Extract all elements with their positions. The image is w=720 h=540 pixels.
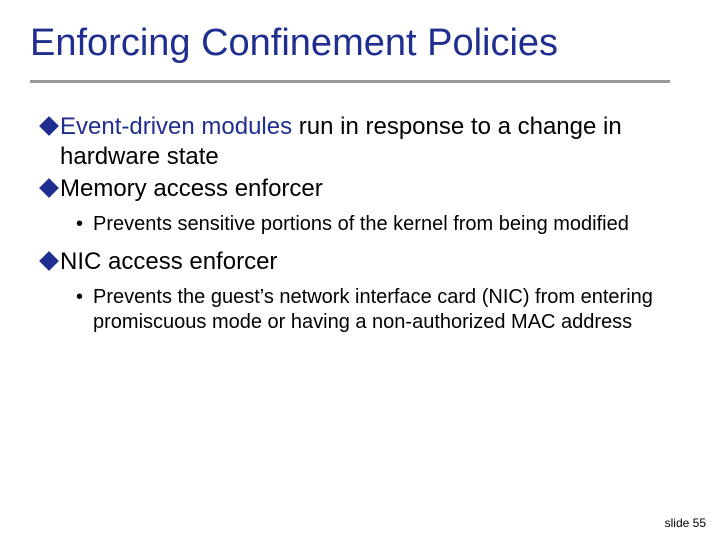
diamond-bullet-icon <box>42 119 56 133</box>
slide-title: Enforcing Confinement Policies <box>30 22 558 65</box>
bullet-level-1: Memory access enforcer <box>42 174 662 204</box>
bullet-level-1: Event-driven modules run in response to … <box>42 112 662 172</box>
title-underline <box>30 80 670 83</box>
slide: Enforcing Confinement Policies Event-dri… <box>0 0 720 540</box>
slide-body: Event-driven modules run in response to … <box>42 112 662 345</box>
slide-number: slide 55 <box>665 516 706 530</box>
bullet-level-2: • Prevents the guest’s network interface … <box>76 285 662 335</box>
dot-bullet-icon: • <box>76 212 83 237</box>
diamond-bullet-icon <box>42 181 56 195</box>
bullet-text: NIC access enforcer <box>60 247 277 277</box>
sub-bullet-text: Prevents sensitive portions of the kerne… <box>93 212 629 237</box>
dot-bullet-icon: • <box>76 285 83 310</box>
bullet-text: Memory access enforcer <box>60 174 323 204</box>
bullet-level-1: NIC access enforcer <box>42 247 662 277</box>
sub-bullet-text: Prevents the guest’s network interface c… <box>93 285 653 335</box>
diamond-bullet-icon <box>42 254 56 268</box>
bullet-text: Event-driven modules run in response to … <box>60 112 662 172</box>
bullet-level-2: • Prevents sensitive portions of the kern… <box>76 212 662 237</box>
